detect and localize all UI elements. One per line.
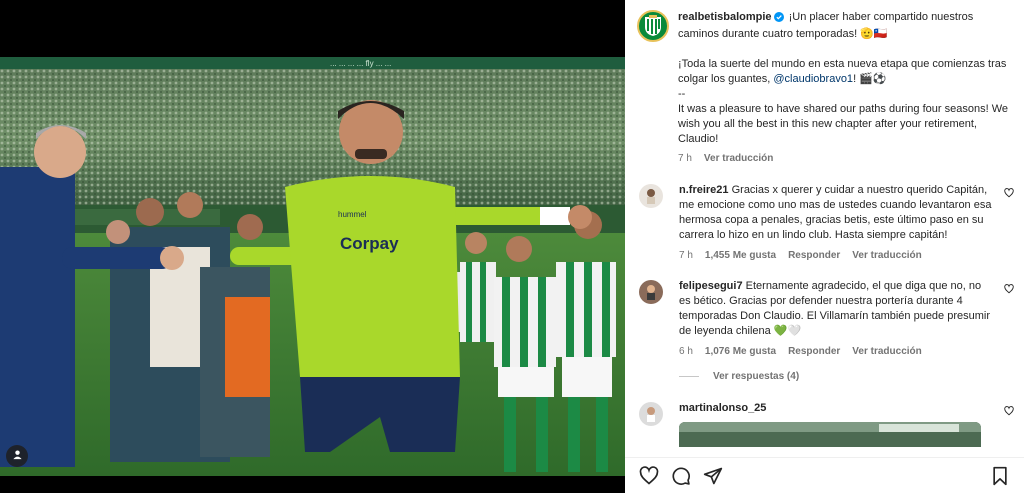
comment-time[interactable]: 6 h bbox=[679, 346, 693, 357]
comment-username[interactable]: martinalonso_25 bbox=[679, 402, 766, 414]
comment-like-heart-icon[interactable] bbox=[1004, 188, 1014, 203]
comment-body: martinalonso_25 bbox=[679, 401, 1014, 447]
post-action-bar bbox=[625, 457, 1024, 493]
post-photo[interactable]: ... ... ... ... fly ... ... Corpay humme… bbox=[0, 57, 625, 476]
replies-divider bbox=[679, 376, 699, 377]
share-icon[interactable] bbox=[701, 464, 725, 488]
comment-avatar[interactable] bbox=[639, 280, 663, 304]
caption-translate-link[interactable]: Ver traducción bbox=[704, 153, 773, 164]
comment-body: n.freire21 Gracias x querer y cuidar a n… bbox=[679, 183, 1014, 263]
view-replies-button[interactable]: Ver respuestas (4) bbox=[679, 369, 994, 384]
caption-text-es-2b: ! 🎬⚽ bbox=[853, 73, 887, 85]
comment-username[interactable]: n.freire21 bbox=[679, 184, 729, 196]
comment-username[interactable]: felipesegui7 bbox=[679, 280, 743, 292]
avatar-figure-icon bbox=[647, 407, 655, 422]
attachment-photo-illustration bbox=[679, 422, 981, 447]
post-caption: realbetisbalompie ¡Un placer haber compa… bbox=[625, 0, 1024, 166]
verified-badge-icon bbox=[773, 12, 784, 27]
comment-avatar[interactable] bbox=[639, 184, 663, 208]
comment-likes[interactable]: 1,455 Me gusta bbox=[705, 250, 776, 261]
comment-reply-button[interactable]: Responder bbox=[788, 250, 840, 261]
background-staff-left bbox=[106, 192, 270, 462]
comment-likes[interactable]: 1,076 Me gusta bbox=[705, 346, 776, 357]
caption-separator: -- bbox=[678, 88, 686, 100]
comment-avatar[interactable] bbox=[639, 402, 663, 426]
betis-crest-icon bbox=[645, 15, 661, 36]
stadium-banner-text: ... ... ... ... fly ... ... bbox=[330, 59, 391, 68]
comment-image-attachment[interactable] bbox=[679, 422, 981, 447]
comment-translate-link[interactable]: Ver traducción bbox=[852, 346, 921, 357]
caption-line-1: realbetisbalompie ¡Un placer haber compa… bbox=[678, 10, 1014, 42]
comment-icon[interactable] bbox=[669, 464, 693, 488]
comment-item: felipesegui7 Eternamente agradecido, el … bbox=[625, 279, 1024, 384]
instagram-post-viewer: ... ... ... ... fly ... ... Corpay humme… bbox=[0, 0, 1024, 493]
caption-meta: 7 h Ver traducción bbox=[678, 151, 1014, 166]
caption-time[interactable]: 7 h bbox=[678, 153, 692, 164]
jersey-brand-text: hummel bbox=[338, 210, 367, 219]
like-heart-icon[interactable] bbox=[637, 464, 661, 488]
avatar-figure-icon bbox=[647, 285, 655, 300]
comment-reply-button[interactable]: Responder bbox=[788, 346, 840, 357]
comment-item: n.freire21 Gracias x querer y cuidar a n… bbox=[625, 183, 1024, 263]
view-replies-label: Ver respuestas (4) bbox=[713, 371, 800, 382]
comments-scroll-area[interactable]: realbetisbalompie ¡Un placer haber compa… bbox=[625, 0, 1024, 458]
user-tag-button[interactable] bbox=[6, 445, 28, 467]
user-tag-icon bbox=[12, 447, 23, 465]
comment-meta: 6 h 1,076 Me gusta Responder Ver traducción bbox=[679, 344, 994, 359]
caption-body: realbetisbalompie ¡Un placer haber compa… bbox=[678, 10, 1014, 166]
comment-item: martinalonso_25 bbox=[625, 401, 1024, 447]
comment-like-heart-icon[interactable] bbox=[1004, 406, 1014, 421]
caption-line-2: ¡Toda la suerte del mundo en esta nueva … bbox=[678, 57, 1014, 87]
post-photo-illustration: ... ... ... ... fly ... ... Corpay humme… bbox=[0, 57, 625, 476]
author-username[interactable]: realbetisbalompie bbox=[678, 11, 772, 23]
jersey-sponsor-text: Corpay bbox=[340, 234, 399, 253]
bookmark-icon[interactable] bbox=[988, 464, 1012, 488]
comment-time[interactable]: 7 h bbox=[679, 250, 693, 261]
mention-link[interactable]: @claudiobravo1 bbox=[773, 73, 853, 85]
author-avatar[interactable] bbox=[637, 10, 669, 42]
avatar-figure-icon bbox=[647, 189, 655, 204]
comment-like-heart-icon[interactable] bbox=[1004, 284, 1014, 299]
comment-translate-link[interactable]: Ver traducción bbox=[852, 250, 921, 261]
post-media-pane: ... ... ... ... fly ... ... Corpay humme… bbox=[0, 0, 625, 493]
caption-text-en: It was a pleasure to have shared our pat… bbox=[678, 103, 1008, 145]
comment-body: felipesegui7 Eternamente agradecido, el … bbox=[679, 279, 1014, 384]
comment-meta: 7 h 1,455 Me gusta Responder Ver traducción bbox=[679, 248, 994, 263]
comments-panel: realbetisbalompie ¡Un placer haber compa… bbox=[625, 0, 1024, 493]
